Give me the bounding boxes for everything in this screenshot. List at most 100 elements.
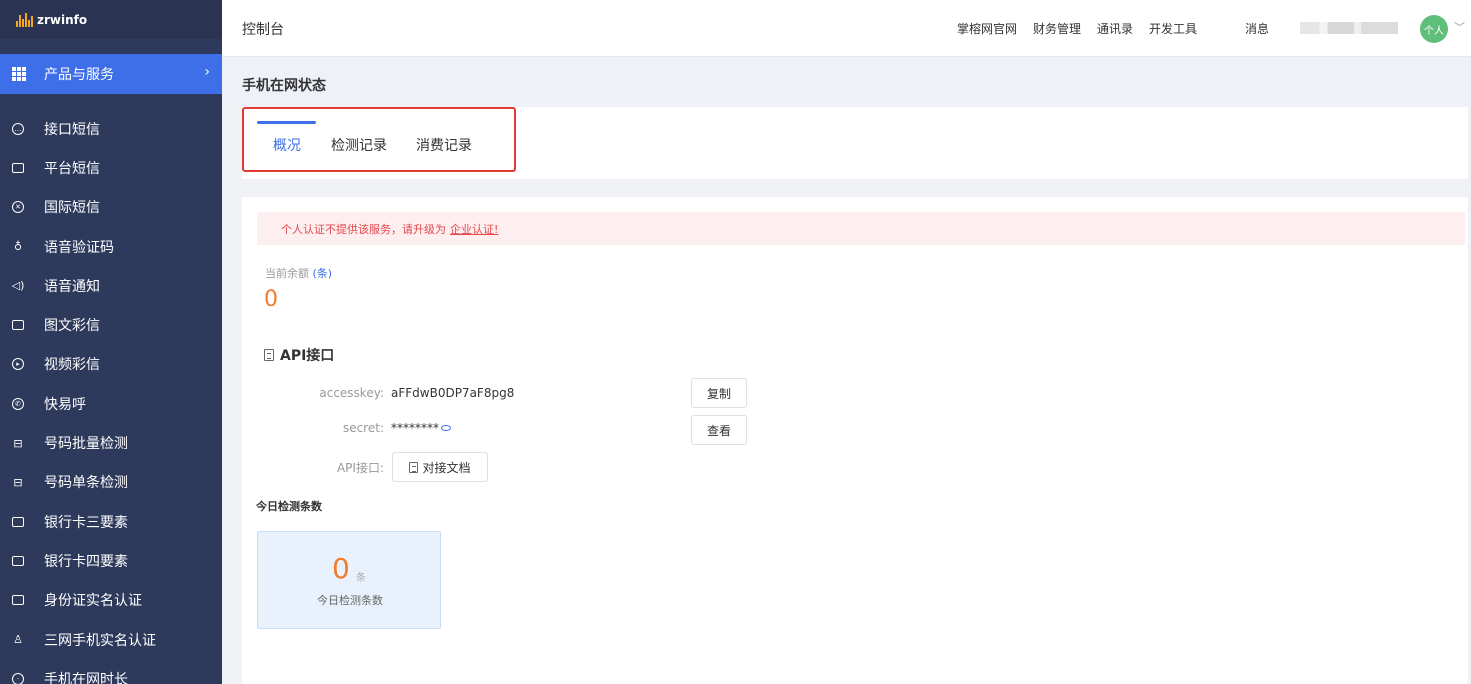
product-services-menu[interactable]: 产品与服务 › <box>0 54 222 94</box>
today-label: 今日检测条数 <box>317 594 383 607</box>
grid-icon <box>12 67 26 81</box>
phone-circle-icon: ✆ <box>10 396 26 412</box>
sidebar-item-label: 三网手机实名认证 <box>44 632 156 649</box>
header-link-contacts[interactable]: 通讯录 <box>1097 20 1133 37</box>
sidebar-item-label: 号码单条检测 <box>44 475 128 492</box>
sidebar-item-bank-card-4[interactable]: 银行卡四要素 <box>0 541 222 580</box>
secret-value: ******** <box>391 421 451 435</box>
copy-button[interactable]: 复制 <box>691 378 747 408</box>
brand-name: zrwinfo <box>37 12 88 27</box>
sidebar-item-voice-notice[interactable]: ◁) 语音通知 <box>0 266 222 305</box>
overview-panel: 个人认证不提供该服务，请升级为 企业认证! 当前余额 (条) 0 API接口 ac… <box>242 197 1468 684</box>
top-header: 控制台 掌榕网官网 财务管理 通讯录 开发工具 消息 个人 ﹀ <box>222 0 1471 57</box>
sidebar: zrwinfo 产品与服务 › … 接口短信 平台短信 ✕ 国际短信 ♁ 语音验证码 … <box>0 0 222 684</box>
sidebar-item-label: 银行卡三要素 <box>44 514 128 531</box>
sidebar-item-label: 国际短信 <box>44 200 100 217</box>
api-label: API接口: <box>336 461 384 475</box>
balance-label-text: 当前余额 <box>265 267 309 280</box>
sidebar-item-label: 语音通知 <box>44 278 100 295</box>
scan-icon: ⊟ <box>13 475 23 489</box>
sidebar-item-label: 快易呼 <box>44 396 86 413</box>
header-links: 掌榕网官网 财务管理 通讯录 开发工具 <box>957 20 1197 37</box>
sidebar-item-single-check[interactable]: ⊟ 号码单条检测 <box>0 463 222 502</box>
avatar[interactable]: 个人 <box>1420 15 1448 43</box>
api-title-text: API接口 <box>280 348 335 364</box>
sidebar-item-label: 图文彩信 <box>44 318 100 335</box>
chat-icon: … <box>10 121 26 137</box>
sidebar-item-interface-sms[interactable]: … 接口短信 <box>0 109 222 148</box>
tabs-bar: 概况 检测记录 消费记录 <box>242 107 1468 179</box>
tab-check-records[interactable]: 检测记录 <box>331 135 387 155</box>
sidebar-item-label: 平台短信 <box>44 160 100 177</box>
today-count: 0 <box>332 552 350 585</box>
card-icon <box>10 514 26 530</box>
today-unit: 条 <box>356 573 366 584</box>
header-link-dev-tools[interactable]: 开发工具 <box>1149 20 1197 37</box>
sidebar-item-label: 语音验证码 <box>44 239 114 256</box>
document-icon <box>409 461 419 473</box>
id-card-icon <box>10 592 26 608</box>
sidebar-item-label: 视频彩信 <box>44 357 100 374</box>
chevron-right-icon: › <box>204 64 210 80</box>
tab-consumption-records[interactable]: 消费记录 <box>416 135 472 155</box>
alert-text: 个人认证不提供该服务，请升级为 <box>281 223 446 236</box>
sidebar-item-international-sms[interactable]: ✕ 国际短信 <box>0 188 222 227</box>
sidebar-item-quick-call[interactable]: ✆ 快易呼 <box>0 384 222 423</box>
today-stat-card: 0 条 今日检测条数 <box>257 531 441 629</box>
page-title: 手机在网状态 <box>242 78 326 94</box>
secret-masked: ******** <box>391 421 439 435</box>
card-icon <box>10 553 26 569</box>
doc-button-label: 对接文档 <box>422 460 471 475</box>
sidebar-nav: … 接口短信 平台短信 ✕ 国际短信 ♁ 语音验证码 ◁) 语音通知 图文彩信 ▸ 视频彩… <box>0 109 222 684</box>
username-redacted <box>1300 22 1398 34</box>
sidebar-item-voice-code[interactable]: ♁ 语音验证码 <box>0 227 222 266</box>
sidebar-item-platform-sms[interactable]: 平台短信 <box>0 148 222 187</box>
document-icon <box>264 349 274 361</box>
accesskey-value: aFFdwB0DP7aF8pg8 <box>391 386 515 400</box>
main-content: 手机在网状态 概况 检测记录 消费记录 个人认证不提供该服务，请升级为 企业认证!… <box>222 57 1471 684</box>
sidebar-item-image-mms[interactable]: 图文彩信 <box>0 305 222 344</box>
tab-overview[interactable]: 概况 <box>273 135 301 155</box>
speaker-icon: ◁) <box>11 279 25 293</box>
page-title-bar: 手机在网状态 <box>222 57 1471 107</box>
sidebar-item-video-mms[interactable]: ▸ 视频彩信 <box>0 345 222 384</box>
sidebar-item-batch-check[interactable]: ⊟ 号码批量检测 <box>0 423 222 462</box>
upgrade-alert: 个人认证不提供该服务，请升级为 企业认证! <box>257 212 1465 245</box>
header-title: 控制台 <box>242 22 284 38</box>
tab-active-indicator <box>257 121 316 124</box>
sidebar-item-label: 接口短信 <box>44 121 100 138</box>
image-icon <box>10 317 26 333</box>
product-services-label: 产品与服务 <box>44 67 114 83</box>
sidebar-item-label: 身份证实名认证 <box>44 593 142 610</box>
api-section-title: API接口 <box>264 345 334 365</box>
header-link-official-site[interactable]: 掌榕网官网 <box>957 20 1017 37</box>
play-icon: ▸ <box>10 356 26 372</box>
logo-icon <box>16 12 33 27</box>
balance-label: 当前余额 (条) <box>265 265 332 281</box>
enterprise-auth-link[interactable]: 企业认证! <box>450 223 498 236</box>
scan-icon: ⊟ <box>13 436 23 450</box>
sidebar-item-bank-card-3[interactable]: 银行卡三要素 <box>0 502 222 541</box>
sidebar-item-label: 银行卡四要素 <box>44 553 128 570</box>
doc-button[interactable]: 对接文档 <box>392 452 488 482</box>
clock-icon: · <box>10 671 26 684</box>
balance-unit: (条) <box>312 267 333 280</box>
logo[interactable]: zrwinfo <box>0 0 222 39</box>
sidebar-item-label: 手机在网时长 <box>44 671 128 684</box>
globe-icon: ✕ <box>10 199 26 215</box>
microphone-icon: ♁ <box>13 240 23 254</box>
sidebar-item-online-duration[interactable]: · 手机在网时长 <box>0 659 222 684</box>
balance-value: 0 <box>264 287 278 312</box>
sidebar-item-label: 号码批量检测 <box>44 436 128 453</box>
header-link-messages[interactable]: 消息 <box>1245 20 1269 37</box>
header-link-finance[interactable]: 财务管理 <box>1033 20 1081 37</box>
chevron-down-icon[interactable]: ﹀ <box>1454 19 1465 35</box>
user-icon: ♙ <box>13 633 23 646</box>
secret-label: secret: <box>342 421 384 435</box>
today-section-title: 今日检测条数 <box>256 500 322 513</box>
accesskey-label: accesskey: <box>319 386 384 400</box>
sidebar-item-phone-realname[interactable]: ♙ 三网手机实名认证 <box>0 620 222 659</box>
sidebar-item-id-verify[interactable]: 身份证实名认证 <box>0 581 222 620</box>
eye-icon[interactable] <box>441 425 451 431</box>
view-button[interactable]: 查看 <box>691 415 747 445</box>
